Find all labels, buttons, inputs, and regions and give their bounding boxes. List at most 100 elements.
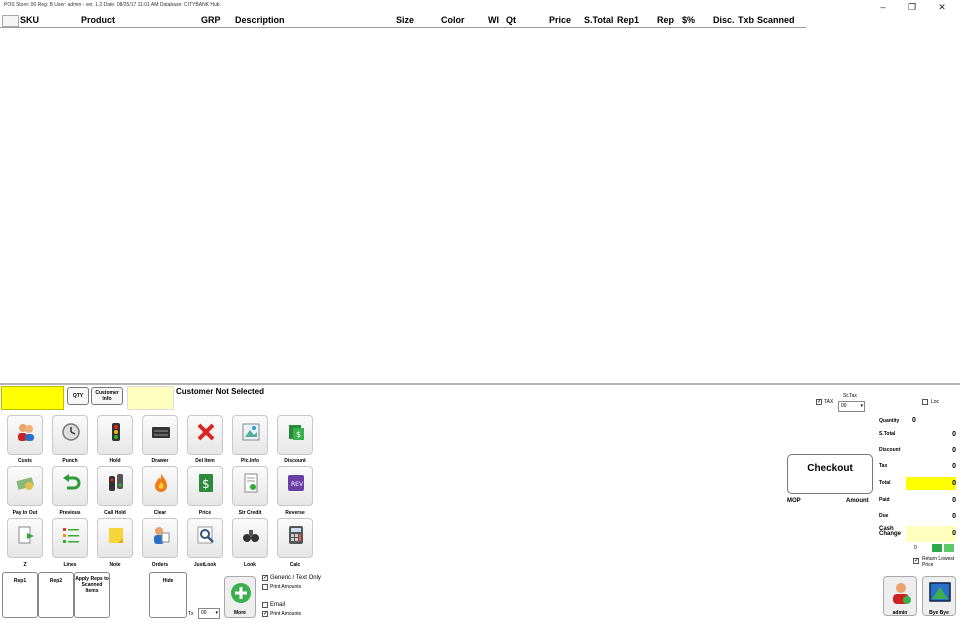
discount-total-value: 0 <box>952 447 956 454</box>
note-label: Note <box>109 562 121 568</box>
col-description[interactable]: Description <box>235 15 285 25</box>
discount-button[interactable]: $ <box>277 415 313 455</box>
customer-field[interactable] <box>127 386 174 410</box>
clear-label: Clear <box>153 510 167 516</box>
col-size[interactable]: Size <box>396 15 414 25</box>
look-button[interactable] <box>232 518 268 558</box>
minimize-icon[interactable]: ‒ <box>868 0 898 14</box>
money-icon <box>16 477 34 490</box>
green-toggle-right[interactable] <box>944 544 954 552</box>
col-rep[interactable]: Rep <box>657 15 674 25</box>
generic-text-label: Generic / Text Only <box>270 575 321 581</box>
close-icon[interactable]: ✕ <box>927 0 957 14</box>
orders-button[interactable] <box>142 518 178 558</box>
tax-label: TAX <box>824 399 834 405</box>
document-icon <box>244 473 258 493</box>
del-item-button[interactable] <box>187 415 223 455</box>
call-hold-label: Call Hold <box>104 510 126 516</box>
col-rep1[interactable]: Rep1 <box>617 15 639 25</box>
punch-label: Punch <box>62 458 78 464</box>
previous-button[interactable] <box>52 466 88 506</box>
call-hold-button[interactable] <box>97 466 133 506</box>
return-lowest-checkbox[interactable]: ✓ <box>913 558 919 564</box>
previous-label: Previous <box>59 510 81 516</box>
col-qt[interactable]: Qt <box>506 15 516 25</box>
justlook-button[interactable] <box>187 518 223 558</box>
str-credit-button[interactable] <box>232 466 268 506</box>
print-amounts-checkbox-2[interactable]: ✓ <box>262 611 268 617</box>
col-grp[interactable]: GRP <box>201 15 221 25</box>
col-stotal[interactable]: S.Total <box>584 15 613 25</box>
tax-checkbox[interactable]: ✓ <box>816 399 822 405</box>
pic-info-button[interactable] <box>232 415 268 455</box>
bye-bye-button[interactable]: Bye Bye <box>922 576 956 616</box>
calc-button[interactable] <box>277 518 313 558</box>
z-button[interactable] <box>7 518 43 558</box>
traffic-light-icon <box>112 423 120 441</box>
hold-button[interactable] <box>97 415 133 455</box>
more-label: More <box>234 610 246 616</box>
punch-button[interactable] <box>52 415 88 455</box>
col-price[interactable]: Price <box>549 15 571 25</box>
items-grid[interactable] <box>0 28 960 383</box>
restore-icon[interactable]: ❐ <box>897 0 927 14</box>
price-button[interactable]: $ <box>187 466 223 506</box>
return-lowest-label: Return Lowest Price <box>922 556 955 568</box>
col-sku[interactable]: SKU <box>20 15 39 25</box>
user-icon <box>893 583 911 604</box>
checkout-button[interactable]: Checkout <box>787 454 873 494</box>
cash-change-value: 0 <box>906 526 956 542</box>
dollar-icon: $ <box>199 474 213 492</box>
custs-button[interactable] <box>7 415 43 455</box>
rep1-button[interactable]: Rep1 <box>2 572 38 618</box>
grid-select-all[interactable] <box>2 15 19 27</box>
col-color[interactable]: Color <box>441 15 465 25</box>
cash-drawer-icon <box>152 427 170 438</box>
delete-x-icon <box>197 423 215 441</box>
reverse-button[interactable]: REV <box>277 466 313 506</box>
title-bar: POS Store: 00 Reg: B User: admin - ver. … <box>0 0 960 14</box>
clear-button[interactable] <box>142 466 178 506</box>
green-toggle-left[interactable] <box>932 544 942 552</box>
calculator-icon <box>289 526 303 544</box>
admin-button[interactable]: admin <box>883 576 917 616</box>
pay-in-out-button[interactable] <box>7 466 43 506</box>
drawer-button[interactable] <box>142 415 178 455</box>
sku-input[interactable] <box>1 386 64 410</box>
print-amounts-checkbox-1[interactable] <box>262 584 268 590</box>
col-product[interactable]: Product <box>81 15 115 25</box>
str-credit-label: Str Credit <box>238 510 262 516</box>
col-dollar-percent[interactable]: $% <box>682 15 695 25</box>
email-checkbox[interactable] <box>262 602 268 608</box>
more-button[interactable]: More <box>224 576 256 618</box>
sttax-select[interactable]: 00 ▾ <box>838 401 865 412</box>
sttax-value: 00 <box>841 403 847 409</box>
lines-button[interactable] <box>52 518 88 558</box>
apply-reps-button[interactable]: Apply Reps to Scanned Items <box>74 572 110 618</box>
hide-button[interactable]: Hide <box>149 572 187 618</box>
list-lines-icon <box>63 528 79 543</box>
email-label: Email <box>270 602 286 608</box>
del-item-label: Del Item <box>195 458 215 464</box>
col-disc[interactable]: Disc. <box>713 15 735 25</box>
total-label: Total <box>879 480 891 486</box>
tx-select[interactable]: 00 ▾ <box>198 608 220 619</box>
discount-label: Discount <box>284 458 306 464</box>
tx-label: Tx <box>188 611 194 617</box>
generic-text-checkbox[interactable]: ✓ <box>262 575 268 581</box>
z-label: Z <box>23 562 27 568</box>
exit-icon <box>929 582 951 602</box>
svg-text:REV: REV <box>291 481 304 488</box>
note-button[interactable] <box>97 518 133 558</box>
rep2-button[interactable]: Rep2 <box>38 572 74 618</box>
col-txb[interactable]: Txb <box>738 15 754 25</box>
paid-value: 0 <box>952 497 956 504</box>
customer-info-button[interactable]: Customer Info <box>91 387 123 405</box>
bye-bye-label: Bye Bye <box>929 610 949 616</box>
tax-total-value: 0 <box>952 463 956 470</box>
sttax-label: St.Tax <box>843 393 857 399</box>
col-scanned[interactable]: Scanned <box>757 15 795 25</box>
col-wi[interactable]: WI <box>488 15 499 25</box>
loc-checkbox[interactable] <box>922 399 928 405</box>
qty-button[interactable]: QTY <box>67 387 89 405</box>
